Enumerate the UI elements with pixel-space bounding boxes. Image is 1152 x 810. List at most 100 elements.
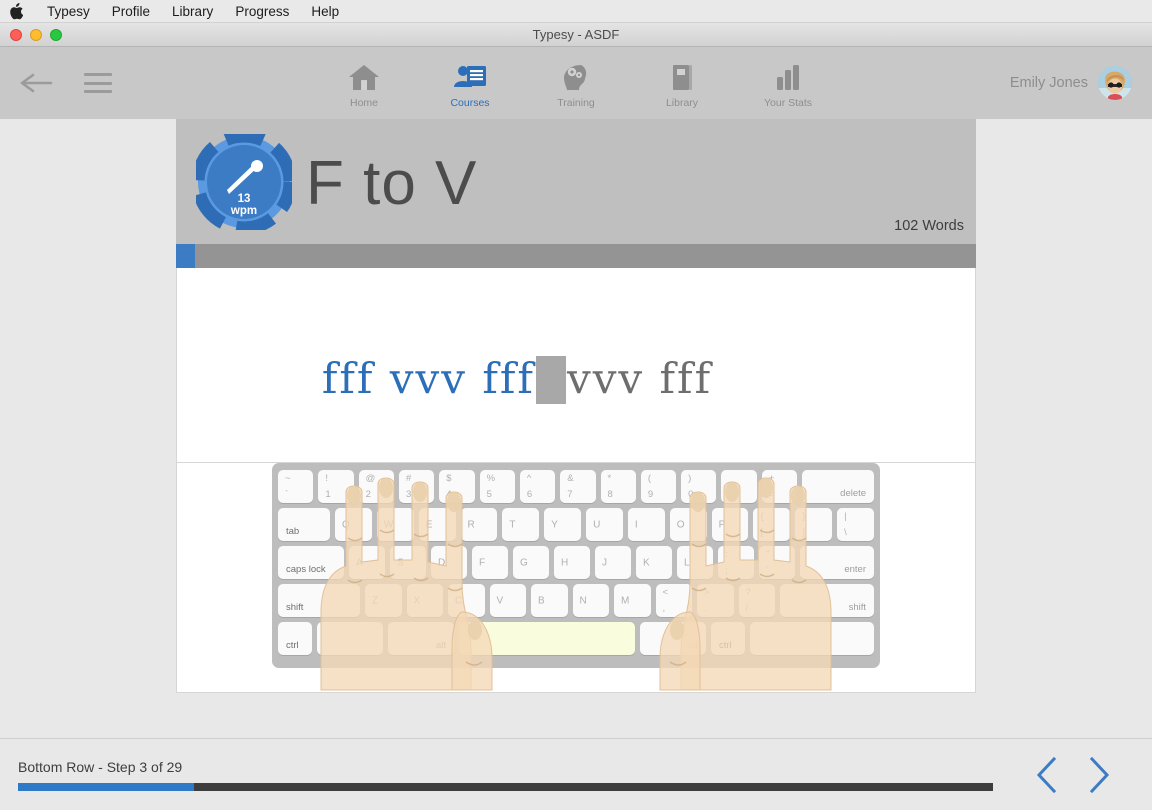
key-label: Q	[342, 519, 350, 530]
key-blank[interactable]: | \	[837, 508, 874, 541]
menu-item-profile[interactable]: Profile	[101, 0, 161, 23]
key-label: H	[561, 557, 569, 568]
back-arrow-icon[interactable]	[20, 71, 54, 95]
key-w[interactable]: W	[376, 508, 414, 541]
key-3[interactable]: #3	[398, 470, 435, 503]
key-enter[interactable]: enter	[800, 546, 874, 579]
key-x[interactable]: X	[406, 584, 443, 617]
key-v[interactable]: V	[489, 584, 526, 617]
virtual-keyboard[interactable]: ~ `! 1 @2 #3 $4% 5 ^ 6 & 7 * 8(9) 0 _ - + = delete tab Q W E R T…	[272, 463, 880, 668]
key-u[interactable]: U	[586, 508, 623, 541]
key-alt[interactable]: alt	[640, 622, 706, 655]
key-caps-lock[interactable]: caps lock	[278, 546, 344, 579]
key-4[interactable]: $4	[439, 470, 475, 503]
key-top-label: +	[768, 473, 775, 484]
pending-text: vvv fff	[566, 354, 713, 403]
key-c[interactable]: C	[448, 584, 485, 617]
key-b[interactable]: B	[531, 584, 568, 617]
key-p[interactable]: P	[711, 508, 749, 541]
nav-item-library[interactable]: Library	[644, 58, 720, 109]
key-y[interactable]: Y	[544, 508, 582, 541]
key-cmdr[interactable]	[750, 622, 874, 655]
key-o[interactable]: O	[669, 508, 707, 541]
apple-logo-icon[interactable]	[8, 2, 24, 20]
nav-item-courses[interactable]: Courses	[432, 58, 508, 109]
typing-text-area[interactable]: fff vvv fffvvv fff vvv fff vvv fff vvv f…	[176, 268, 976, 463]
key-9[interactable]: (9	[640, 470, 677, 503]
menu-item-library[interactable]: Library	[161, 0, 224, 23]
key-2[interactable]: @2	[358, 470, 394, 503]
key-top-label: "	[766, 549, 770, 560]
key-8[interactable]: * 8	[600, 470, 636, 503]
main-navigation: Home Courses Training Library Your Stats	[0, 58, 1152, 109]
key-tab[interactable]: tab	[278, 508, 330, 541]
key-6[interactable]: ^ 6	[519, 470, 556, 503]
key-blank[interactable]: >.	[697, 584, 734, 617]
key-label: O	[676, 519, 685, 530]
key-d[interactable]: D	[431, 546, 467, 579]
key-t[interactable]: T	[502, 508, 540, 541]
key-a[interactable]: A	[349, 546, 385, 579]
key-top-label: {	[760, 511, 764, 522]
key-ctrl[interactable]: ctrl	[711, 622, 745, 655]
key-blank[interactable]: :;	[718, 546, 754, 579]
nav-item-training[interactable]: Training	[538, 58, 614, 109]
menu-item-typesy[interactable]: Typesy	[36, 0, 101, 23]
menu-item-progress[interactable]: Progress	[224, 0, 300, 23]
chevron-left-icon[interactable]	[1034, 755, 1060, 795]
key-z[interactable]: Z	[365, 584, 402, 617]
nav-item-your-stats[interactable]: Your Stats	[750, 58, 826, 109]
key-blank[interactable]: ? /	[738, 584, 775, 617]
key-1[interactable]: ! 1	[318, 470, 354, 503]
nav-item-home[interactable]: Home	[326, 58, 402, 109]
user-avatar[interactable]	[1098, 66, 1132, 100]
key-alt[interactable]: alt	[388, 622, 454, 655]
key-label: E	[425, 519, 433, 530]
key-label: enter	[844, 564, 866, 575]
key-blank[interactable]: _ -	[721, 470, 757, 503]
key-m[interactable]: M	[614, 584, 651, 617]
key-top-label: *	[607, 473, 612, 484]
key-blank[interactable]: ~ `	[278, 470, 314, 503]
key-f[interactable]: F	[472, 546, 508, 579]
user-account[interactable]: Emily Jones	[1010, 66, 1132, 100]
key-s[interactable]: S	[390, 546, 426, 579]
step-progress-fill	[18, 782, 194, 791]
key-j[interactable]: J	[595, 546, 631, 579]
key-e[interactable]: E	[418, 508, 456, 541]
key-5[interactable]: % 5	[479, 470, 515, 503]
key-alt[interactable]	[317, 622, 383, 655]
wpm-number: 13	[237, 193, 251, 205]
key-blank[interactable]: " '	[759, 546, 795, 579]
key-blank[interactable]: <,	[655, 584, 692, 617]
key-i[interactable]: I	[627, 508, 665, 541]
key-blank[interactable]: }]	[795, 508, 833, 541]
key-bottom-label: 5	[486, 489, 492, 500]
key-label: A	[356, 557, 363, 568]
key-0[interactable]: ) 0	[681, 470, 717, 503]
key-r[interactable]: R	[460, 508, 498, 541]
key-l[interactable]: L	[677, 546, 713, 579]
key-bottom-label: .	[704, 603, 707, 614]
key-shift[interactable]: shift	[278, 584, 360, 617]
key-7[interactable]: & 7	[560, 470, 596, 503]
key-bottom-label: 6	[526, 489, 533, 500]
key-g[interactable]: G	[513, 546, 549, 579]
nav-label-library: Library	[665, 96, 699, 109]
key-q[interactable]: Q	[335, 508, 372, 541]
key-delete[interactable]: delete	[802, 470, 875, 503]
key-top-label: }	[802, 511, 806, 522]
hamburger-menu-icon[interactable]	[84, 73, 112, 93]
key-ctrl[interactable]: ctrl	[278, 622, 312, 655]
menu-item-help[interactable]: Help	[300, 0, 350, 23]
key-shift[interactable]: shift	[780, 584, 874, 617]
key-space[interactable]	[459, 622, 635, 655]
key-bottom-label: 3	[405, 489, 412, 500]
key-label: L	[684, 557, 690, 568]
key-blank[interactable]: + =	[761, 470, 798, 503]
key-blank[interactable]: {[	[753, 508, 791, 541]
key-k[interactable]: K	[636, 546, 672, 579]
key-n[interactable]: N	[572, 584, 609, 617]
key-h[interactable]: H	[554, 546, 590, 579]
chevron-right-icon[interactable]	[1086, 755, 1112, 795]
